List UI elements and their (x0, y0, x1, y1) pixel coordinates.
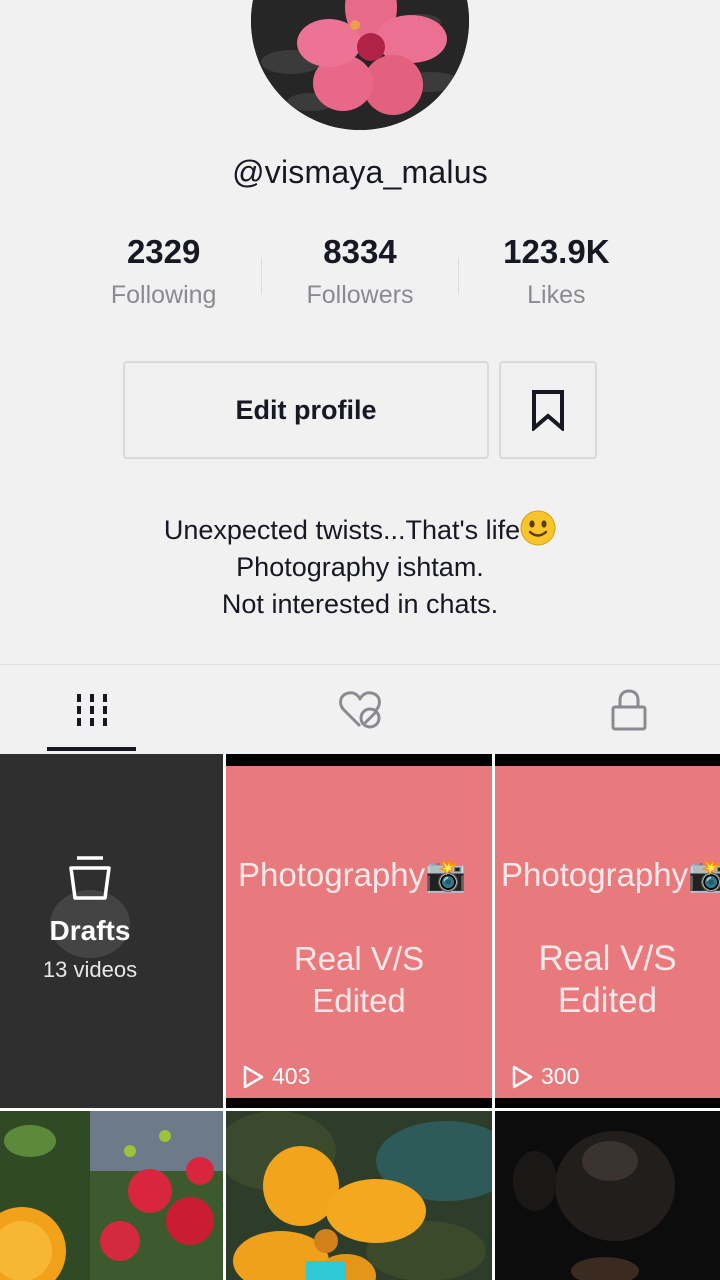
profile-avatar[interactable] (251, 0, 469, 130)
drafts-count: 13 videos (42, 957, 138, 982)
favorites-button[interactable] (499, 361, 597, 459)
video-title: Photography📸 (238, 856, 467, 893)
video-subtitle: Real V/S Edited (293, 940, 425, 1019)
edit-profile-button[interactable]: Edit profile (123, 361, 489, 459)
followers-count: 8334 (323, 233, 397, 270)
view-count: 300 (511, 1063, 579, 1090)
following-label: Following (110, 281, 217, 309)
profile-tab-bar (0, 664, 720, 754)
stat-followers[interactable]: 8334 Followers (262, 232, 457, 322)
bio-line: Photography ishtam. (236, 552, 484, 582)
flowers-thumbnail (0, 1111, 223, 1280)
video-subtitle: Real V/S Edited (538, 939, 677, 1020)
username: @vismaya_malus (232, 154, 488, 190)
liked-hidden-icon (338, 690, 381, 728)
active-tab-indicator (47, 747, 136, 751)
video-thumbnail: Photography📸 Real V/S Edited 300 (495, 766, 720, 1098)
likes-count: 123.9K (503, 233, 610, 270)
video-tile[interactable] (495, 1111, 720, 1280)
tab-videos[interactable] (0, 665, 183, 754)
video-grid: Drafts 13 videos Photography📸 Real V/S E… (0, 754, 720, 1280)
bookmark-icon (532, 390, 564, 431)
drafts-title: Drafts (49, 915, 131, 946)
profile-bio: Unexpected twists...That's life Photogra… (0, 510, 720, 623)
stat-following[interactable]: 2329 Following (66, 232, 261, 322)
likes-label: Likes (527, 281, 586, 309)
play-icon (243, 1065, 264, 1088)
drafts-icon (69, 856, 111, 900)
tab-liked[interactable] (183, 665, 538, 754)
video-tile[interactable]: Photography📸 Real V/S Edited 300 (495, 754, 720, 1108)
slightly-smiling-face-icon (520, 510, 556, 546)
bio-line: Unexpected twists...That's life (0, 510, 720, 549)
dark-thumbnail (495, 1111, 720, 1280)
lock-icon (611, 688, 647, 730)
video-title: Photography📸 (501, 856, 720, 893)
drafts-info: Drafts 13 videos (0, 854, 180, 983)
video-tile[interactable] (0, 1111, 223, 1280)
play-icon (512, 1065, 533, 1088)
orange-flower-thumbnail (226, 1111, 492, 1280)
tab-private[interactable] (538, 665, 720, 754)
drafts-tile[interactable]: Drafts 13 videos (0, 754, 223, 1108)
view-count: 403 (242, 1063, 310, 1090)
video-thumbnail: Photography📸 Real V/S Edited 403 (226, 766, 492, 1098)
video-tile[interactable]: Photography📸 Real V/S Edited 403 (226, 754, 492, 1108)
video-tile[interactable] (226, 1111, 492, 1280)
grid-icon (76, 693, 107, 726)
followers-label: Followers (306, 281, 414, 309)
bio-line: Not interested in chats. (221, 589, 499, 619)
following-count: 2329 (126, 233, 201, 270)
stat-likes[interactable]: 123.9K Likes (459, 232, 654, 322)
profile-stats: 2329 Following 8334 Followers 123.9K Lik… (66, 232, 654, 322)
